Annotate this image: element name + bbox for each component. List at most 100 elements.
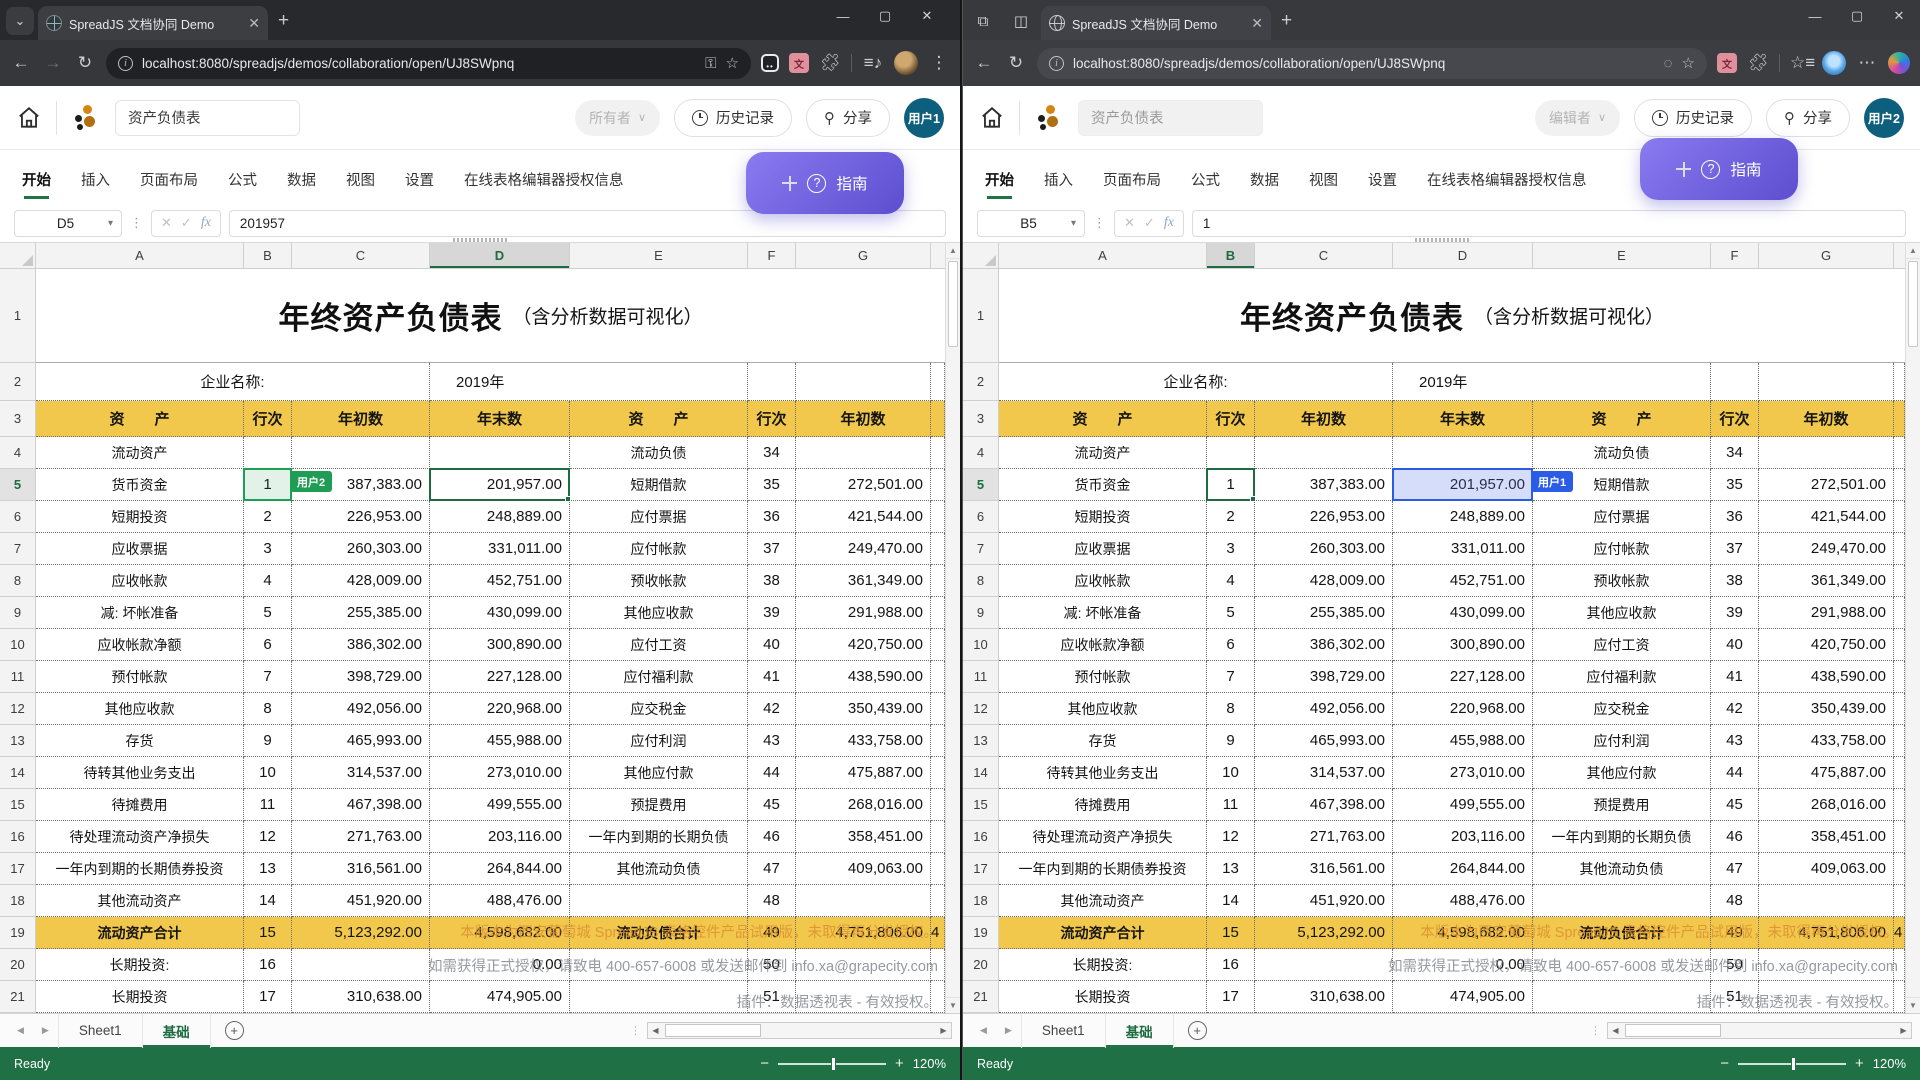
cell-B5[interactable]: 1 xyxy=(244,469,292,501)
cell-E15[interactable]: 预提费用 xyxy=(1533,789,1711,821)
header-cell[interactable]: 年初数 xyxy=(292,401,430,437)
cell-F20[interactable]: 50 xyxy=(1711,949,1759,981)
cell-A8[interactable]: 应收帐款 xyxy=(999,565,1207,597)
cell-F9[interactable]: 39 xyxy=(1711,597,1759,629)
cell-F4[interactable]: 34 xyxy=(748,437,796,469)
row-header-14[interactable]: 14 xyxy=(0,757,36,789)
row-header-14[interactable]: 14 xyxy=(963,757,999,789)
cell-D18[interactable]: 488,476.00 xyxy=(430,885,570,917)
user-avatar[interactable]: 用户2 xyxy=(1864,98,1904,138)
bookmark-star-icon[interactable]: ☆ xyxy=(726,54,739,72)
cell-F7[interactable]: 37 xyxy=(1711,533,1759,565)
cell-F13[interactable]: 43 xyxy=(748,725,796,757)
cell-G12[interactable]: 350,439.00 xyxy=(1759,693,1894,725)
fx-icon[interactable]: fx xyxy=(1164,215,1174,231)
cell-G11[interactable]: 438,590.00 xyxy=(1759,661,1894,693)
cell-A18[interactable]: 其他流动资产 xyxy=(999,885,1207,917)
cell-F18[interactable]: 48 xyxy=(1711,885,1759,917)
cell-A11[interactable]: 预付帐款 xyxy=(999,661,1207,693)
row-header-8[interactable]: 8 xyxy=(963,565,999,597)
menu-kebab-icon[interactable]: ⋮ xyxy=(928,53,950,73)
cell-D20[interactable]: 0.00 xyxy=(1393,949,1533,981)
tab-search-icon[interactable]: ⌄ xyxy=(6,7,34,35)
back-icon[interactable]: ← xyxy=(10,53,32,73)
cell-C21[interactable]: 310,638.00 xyxy=(1255,981,1393,1013)
sheet-prev-icon[interactable]: ◀ xyxy=(8,1025,33,1036)
document-name-input[interactable]: 资产负债表 xyxy=(115,100,300,136)
row-header-11[interactable]: 11 xyxy=(0,661,36,693)
row-header-5[interactable]: 5 xyxy=(0,469,36,501)
cell-partial[interactable] xyxy=(1894,469,1905,501)
row-header-10[interactable]: 10 xyxy=(0,629,36,661)
cell-F18[interactable]: 48 xyxy=(748,885,796,917)
column-header-E[interactable]: E xyxy=(570,243,748,269)
sheet-next-icon[interactable]: ▶ xyxy=(996,1025,1021,1036)
add-sheet-icon[interactable]: + xyxy=(1188,1021,1207,1040)
cell-D16[interactable]: 203,116.00 xyxy=(430,821,570,853)
translate-icon[interactable]: 文 xyxy=(1717,53,1737,73)
workspaces-icon[interactable]: ⧉ xyxy=(969,7,997,35)
cell-G14[interactable]: 475,887.00 xyxy=(1759,757,1894,789)
site-info-icon[interactable]: i xyxy=(1049,56,1064,71)
new-tab-button[interactable]: + xyxy=(1281,10,1292,32)
cell-C11[interactable]: 398,729.00 xyxy=(1255,661,1393,693)
cell-C16[interactable]: 271,763.00 xyxy=(292,821,430,853)
ribbon-tab-data[interactable]: 数据 xyxy=(1250,150,1279,208)
cell-F10[interactable]: 40 xyxy=(748,629,796,661)
splitter-dots-icon[interactable]: ⋮ xyxy=(1590,1024,1601,1037)
cell-partial[interactable] xyxy=(1894,949,1905,981)
cell-G10[interactable]: 420,750.00 xyxy=(1759,629,1894,661)
column-header-G[interactable]: G xyxy=(1759,243,1894,269)
cell-A19[interactable]: 流动资产合计 xyxy=(999,917,1207,949)
cell-B11[interactable]: 7 xyxy=(244,661,292,693)
scrollbar-thumb[interactable] xyxy=(1625,1024,1721,1037)
cell-A12[interactable]: 其他应收款 xyxy=(36,693,244,725)
row-header-15[interactable]: 15 xyxy=(0,789,36,821)
zoom-in-icon[interactable]: + xyxy=(1855,1055,1864,1072)
close-button[interactable]: ✕ xyxy=(1878,8,1920,24)
cell-partial[interactable] xyxy=(931,437,945,469)
cell-D13[interactable]: 455,988.00 xyxy=(1393,725,1533,757)
cell-F20[interactable]: 50 xyxy=(748,949,796,981)
cell-G21[interactable] xyxy=(1759,981,1894,1013)
scrollbar-thumb[interactable] xyxy=(1908,261,1918,347)
cell-G13[interactable]: 433,758.00 xyxy=(796,725,931,757)
cell-D9[interactable]: 430,099.00 xyxy=(430,597,570,629)
cell-E8[interactable]: 预收帐款 xyxy=(1533,565,1711,597)
move-icon[interactable] xyxy=(1676,162,1691,177)
column-header-A[interactable]: A xyxy=(999,243,1207,269)
sheet-grid[interactable]: ABCDEFG1年终资产负债表（含分析数据可视化）2企业名称:2019年3资 产… xyxy=(0,243,945,1013)
cell-F7[interactable]: 37 xyxy=(748,533,796,565)
cell-D5[interactable]: 201,957.00 xyxy=(1393,469,1533,501)
cell-D10[interactable]: 300,890.00 xyxy=(1393,629,1533,661)
cell-E13[interactable]: 应付利润 xyxy=(1533,725,1711,757)
cell-F11[interactable]: 41 xyxy=(1711,661,1759,693)
cell-D19[interactable]: 4,598,682.00 xyxy=(1393,917,1533,949)
cell[interactable] xyxy=(931,401,945,437)
cell-F6[interactable]: 36 xyxy=(748,501,796,533)
row-header-6[interactable]: 6 xyxy=(963,501,999,533)
cancel-icon[interactable]: ✕ xyxy=(161,215,172,231)
header-cell[interactable]: 资 产 xyxy=(1533,401,1711,437)
cell-partial[interactable] xyxy=(931,757,945,789)
sheet-tab-basic[interactable]: 基础 xyxy=(143,1014,211,1048)
minimize-button[interactable]: — xyxy=(822,9,864,24)
row-header-17[interactable]: 17 xyxy=(963,853,999,885)
favorites-list-icon[interactable]: ☆≡ xyxy=(1790,53,1812,73)
vertical-scrollbar[interactable]: ▲ ▼ xyxy=(945,243,960,1013)
cell-F16[interactable]: 46 xyxy=(748,821,796,853)
cell-D10[interactable]: 300,890.00 xyxy=(430,629,570,661)
cell-E20[interactable] xyxy=(1533,949,1711,981)
cell-G19[interactable]: 4,751,806.00 xyxy=(796,917,931,949)
history-button[interactable]: 历史记录 xyxy=(674,99,792,137)
column-header-B[interactable]: B xyxy=(1207,243,1255,269)
cell-partial[interactable] xyxy=(931,693,945,725)
column-header-C[interactable]: C xyxy=(1255,243,1393,269)
sheet-tab-sheet1[interactable]: Sheet1 xyxy=(1021,1014,1106,1048)
cell-G21[interactable] xyxy=(796,981,931,1013)
cell-C10[interactable]: 386,302.00 xyxy=(292,629,430,661)
minimize-button[interactable]: — xyxy=(1794,9,1836,24)
cell-C8[interactable]: 428,009.00 xyxy=(292,565,430,597)
browser-profile-avatar[interactable] xyxy=(1822,51,1846,75)
row-header-16[interactable]: 16 xyxy=(0,821,36,853)
